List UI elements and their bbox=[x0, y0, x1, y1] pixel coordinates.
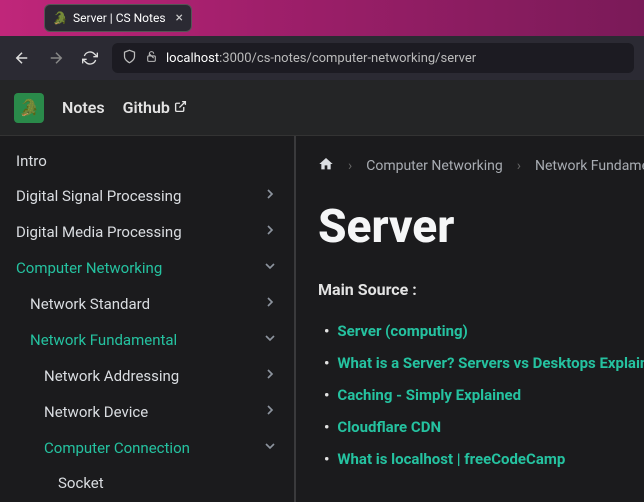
sidebar-item-label: Socket bbox=[58, 474, 104, 492]
source-item: What is a Server? Servers vs Desktops Ex… bbox=[318, 347, 644, 379]
source-link[interactable]: Caching - Simply Explained bbox=[337, 386, 521, 404]
sidebar-item[interactable]: Network Standard bbox=[0, 286, 294, 322]
source-link[interactable]: Server (computing) bbox=[337, 322, 467, 340]
sidebar: Intro Digital Signal Processing Digital Me… bbox=[0, 136, 296, 502]
lock-icon bbox=[145, 50, 158, 67]
page-title: Server bbox=[318, 200, 644, 254]
back-button[interactable] bbox=[10, 46, 34, 70]
chevron-right-icon bbox=[262, 294, 278, 314]
breadcrumb-item[interactable]: Computer Networking bbox=[366, 158, 503, 174]
sidebar-item-label: Computer Networking bbox=[16, 259, 162, 277]
chevron-right-icon bbox=[262, 186, 278, 206]
chevron-down-icon bbox=[262, 438, 278, 458]
breadcrumb-item[interactable]: Network Fundamental bbox=[535, 158, 644, 174]
main-source-label: Main Source : bbox=[318, 280, 644, 299]
external-link-icon bbox=[174, 100, 187, 116]
source-item: Caching - Simply Explained bbox=[318, 379, 644, 411]
chevron-right-icon bbox=[262, 402, 278, 422]
sidebar-item-label: Digital Media Processing bbox=[16, 223, 182, 241]
source-link[interactable]: What is localhost | freeCodeCamp bbox=[337, 450, 565, 468]
sidebar-item[interactable]: Network Device bbox=[0, 394, 294, 430]
chevron-down-icon bbox=[262, 330, 278, 350]
site-header: 🐊 Notes Github bbox=[0, 80, 644, 136]
window-titlebar: 🐊 Server | CS Notes × bbox=[0, 0, 644, 36]
source-item: Server (computing) bbox=[318, 315, 644, 347]
nav-notes[interactable]: Notes bbox=[62, 98, 105, 117]
sidebar-item[interactable]: Network Addressing bbox=[0, 358, 294, 394]
sidebar-item-label: Digital Signal Processing bbox=[16, 187, 181, 205]
source-link[interactable]: Cloudflare CDN bbox=[337, 418, 441, 436]
sidebar-item[interactable]: Network Fundamental bbox=[0, 322, 294, 358]
sidebar-item[interactable]: Socket bbox=[0, 466, 294, 500]
browser-toolbar: localhost:3000/cs-notes/computer-network… bbox=[0, 36, 644, 80]
breadcrumb: › Computer Networking › Network Fundamen… bbox=[318, 156, 644, 176]
forward-button[interactable] bbox=[44, 46, 68, 70]
browser-tab[interactable]: 🐊 Server | CS Notes × bbox=[44, 4, 192, 32]
reload-button[interactable] bbox=[78, 46, 102, 70]
sidebar-item[interactable]: Computer Connection bbox=[0, 430, 294, 466]
tab-title: Server | CS Notes bbox=[73, 11, 166, 25]
chevron-right-icon bbox=[262, 222, 278, 242]
close-icon[interactable]: × bbox=[176, 10, 183, 26]
chevron-down-icon bbox=[262, 258, 278, 278]
url-text: localhost:3000/cs-notes/computer-network… bbox=[166, 51, 476, 66]
sidebar-item[interactable]: Intro bbox=[0, 144, 294, 178]
site-logo[interactable]: 🐊 bbox=[14, 93, 44, 123]
sidebar-item-label: Network Device bbox=[44, 403, 148, 421]
sidebar-item-label: Network Fundamental bbox=[30, 331, 177, 349]
source-item: What is localhost | freeCodeCamp bbox=[318, 443, 644, 475]
sidebar-item-label: Network Addressing bbox=[44, 367, 179, 385]
source-link[interactable]: What is a Server? Servers vs Desktops Ex… bbox=[337, 354, 644, 372]
sidebar-item-label: Intro bbox=[16, 152, 47, 170]
tab-favicon: 🐊 bbox=[53, 11, 67, 25]
home-icon[interactable] bbox=[318, 156, 334, 176]
chevron-right-icon bbox=[262, 366, 278, 386]
chevron-right-icon: › bbox=[517, 158, 521, 174]
nav-github[interactable]: Github bbox=[123, 98, 187, 117]
sidebar-item[interactable]: Digital Media Processing bbox=[0, 214, 294, 250]
chevron-right-icon: › bbox=[348, 158, 352, 174]
sidebar-item[interactable]: Digital Signal Processing bbox=[0, 178, 294, 214]
sidebar-item-label: Computer Connection bbox=[44, 439, 190, 457]
main-content: › Computer Networking › Network Fundamen… bbox=[296, 136, 644, 502]
sidebar-item[interactable]: Computer Networking bbox=[0, 250, 294, 286]
url-bar[interactable]: localhost:3000/cs-notes/computer-network… bbox=[112, 43, 634, 73]
shield-icon bbox=[122, 49, 137, 68]
source-list: Server (computing) What is a Server? Serv… bbox=[318, 315, 644, 475]
sidebar-item-label: Network Standard bbox=[30, 295, 150, 313]
source-item: Cloudflare CDN bbox=[318, 411, 644, 443]
